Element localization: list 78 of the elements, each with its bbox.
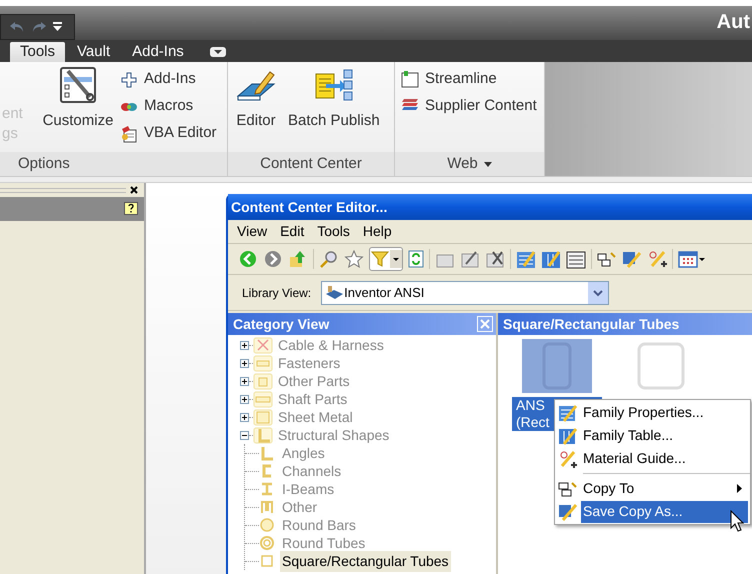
- ribbon-button[interactable]: Streamline: [401, 68, 497, 90]
- menu-item[interactable]: Tools: [311, 221, 356, 242]
- document-icon: [401, 70, 419, 88]
- library-icon: [324, 284, 344, 302]
- table-icon[interactable]: [566, 249, 586, 269]
- ribbon-button[interactable]: Add-Ins: [120, 68, 217, 91]
- panel-title: Content Center: [228, 152, 394, 176]
- expand-icon[interactable]: [240, 340, 249, 350]
- tube-icon: [637, 342, 685, 390]
- forward-icon[interactable]: [263, 249, 283, 269]
- shape-icon: [259, 517, 275, 533]
- ribbon-button[interactable]: Editor: [236, 68, 276, 132]
- expand-icon[interactable]: [240, 376, 249, 386]
- folder-icon: [253, 408, 273, 426]
- close-icon[interactable]: [130, 186, 138, 194]
- ribbon-tab[interactable]: Add-Ins: [122, 42, 194, 62]
- shape-icon: [259, 445, 275, 461]
- folder-icon: [253, 426, 273, 444]
- expand-icon[interactable]: [240, 394, 249, 404]
- customize-button[interactable]: Customize: [40, 66, 116, 132]
- folder-icon: [253, 354, 273, 372]
- plus-icon: [120, 70, 138, 88]
- ribbon-button[interactable]: Batch Publish: [288, 68, 380, 132]
- library-dropdown[interactable]: Inventor ANSI: [321, 280, 610, 304]
- filter-icon: [370, 250, 390, 268]
- filter-dropdown[interactable]: [369, 247, 403, 271]
- family-thumbnail[interactable]: [522, 339, 592, 393]
- pane-header: Category View: [228, 313, 496, 335]
- ribbon-tab[interactable]: Tools: [10, 42, 66, 62]
- dropdown-icon[interactable]: [53, 22, 62, 32]
- panel-title: Web: [395, 152, 544, 176]
- dialog-title-bar: Content Center Editor...: [228, 194, 752, 220]
- tree-item[interactable]: Square/Rectangular Tubes: [280, 550, 451, 572]
- ribbon-button[interactable]: VBA Editor: [120, 122, 217, 145]
- folder-icon: [253, 390, 273, 408]
- back-icon[interactable]: [238, 249, 258, 269]
- ribbon-button[interactable]: Macros: [120, 95, 217, 118]
- menu-item[interactable]: View: [231, 221, 274, 242]
- script-icon: [120, 124, 138, 142]
- field-label: Library View:: [242, 284, 312, 302]
- ribbon-button[interactable]: Supplier Content: [401, 95, 537, 117]
- folder-icon: [253, 372, 273, 390]
- table-pencil-icon[interactable]: [516, 249, 536, 269]
- publish-icon: [314, 68, 354, 102]
- delete-icon[interactable]: [485, 249, 505, 269]
- caret-icon[interactable]: [484, 162, 492, 166]
- table-pencil-icon: [558, 402, 578, 422]
- pane-header: Square/Rectangular Tubes: [498, 313, 752, 335]
- menu-item[interactable]: Help: [356, 221, 398, 242]
- app-title: Aut: [716, 12, 751, 35]
- redo-icon[interactable]: [31, 20, 47, 34]
- shape-icon: [259, 481, 275, 497]
- checklist-wrench-icon: [59, 66, 97, 104]
- caret-icon: [390, 250, 402, 268]
- menu-item[interactable]: Save Copy As...: [581, 500, 748, 522]
- folder-up-icon[interactable]: [288, 249, 308, 269]
- menu-item[interactable]: Material Guide...: [581, 448, 748, 470]
- refresh-icon[interactable]: [408, 249, 424, 269]
- undo-icon[interactable]: [9, 20, 25, 34]
- shape-icon: [259, 553, 275, 569]
- collapse-icon[interactable]: [240, 430, 249, 440]
- table-pencil-icon: [558, 426, 578, 446]
- expand-icon[interactable]: [240, 358, 249, 368]
- ribbon-tab[interactable]: Vault: [67, 42, 120, 62]
- shape-icon: [259, 499, 275, 515]
- star-icon[interactable]: [344, 249, 364, 269]
- help-icon[interactable]: [124, 202, 138, 216]
- panel-title: Options: [0, 152, 227, 176]
- minimize-ribbon-icon[interactable]: [210, 47, 226, 57]
- table-pencil-icon[interactable]: [541, 249, 561, 269]
- edit-icon[interactable]: [460, 249, 480, 269]
- expand-icon[interactable]: [240, 412, 249, 422]
- view-options-icon[interactable]: [678, 249, 706, 269]
- folder-icon: [253, 336, 273, 354]
- menu-item[interactable]: Edit: [274, 221, 310, 242]
- shape-icon: [259, 535, 275, 551]
- search-icon[interactable]: [319, 249, 339, 269]
- menu-item[interactable]: Copy To: [581, 478, 748, 500]
